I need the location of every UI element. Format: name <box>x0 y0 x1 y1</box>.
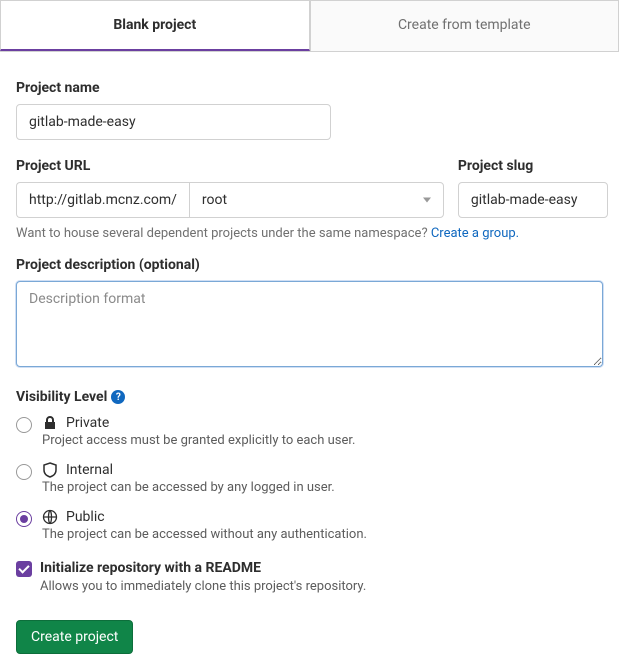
visibility-public-desc: The project can be accessed without any … <box>42 527 367 542</box>
project-url-label: Project URL <box>16 158 444 174</box>
visibility-internal-title: Internal <box>66 462 113 478</box>
tab-create-from-template[interactable]: Create from template <box>310 0 619 51</box>
project-url-prefix: http://gitlab.mcnz.com/ <box>16 182 189 218</box>
readme-checkbox[interactable] <box>16 561 32 577</box>
readme-checkbox-row[interactable]: Initialize repository with a README <box>16 560 603 577</box>
radio-internal[interactable] <box>16 464 32 480</box>
project-slug-label: Project slug <box>458 158 608 174</box>
project-creation-tabs: Blank project Create from template <box>0 0 619 52</box>
project-slug-input[interactable] <box>458 182 608 218</box>
create-project-button[interactable]: Create project <box>16 620 133 654</box>
namespace-hint-text: Want to house several dependent projects… <box>16 226 431 241</box>
visibility-level-text: Visibility Level <box>16 389 107 405</box>
namespace-select[interactable]: root <box>189 182 444 218</box>
radio-private[interactable] <box>16 417 32 433</box>
namespace-selected: root <box>202 192 227 208</box>
create-group-link[interactable]: Create a group. <box>431 226 519 241</box>
project-url-group: http://gitlab.mcnz.com/ root <box>16 182 444 218</box>
help-icon[interactable]: ? <box>111 390 125 404</box>
visibility-level-label: Visibility Level ? <box>16 389 603 405</box>
visibility-internal-desc: The project can be accessed by any logge… <box>42 480 335 495</box>
description-textarea[interactable] <box>16 281 603 367</box>
tab-blank-project[interactable]: Blank project <box>0 0 310 51</box>
readme-desc: Allows you to immediately clone this pro… <box>40 579 603 594</box>
readme-title: Initialize repository with a README <box>40 560 261 576</box>
visibility-public-title: Public <box>66 509 105 525</box>
radio-public[interactable] <box>16 511 32 527</box>
project-name-input[interactable] <box>16 104 331 140</box>
globe-icon <box>42 509 58 525</box>
shield-icon <box>42 462 58 478</box>
visibility-option-internal[interactable]: Internal The project can be accessed by … <box>16 462 603 495</box>
visibility-private-title: Private <box>66 415 109 431</box>
form-content: Project name Project URL http://gitlab.m… <box>0 52 619 670</box>
namespace-hint: Want to house several dependent projects… <box>16 226 603 241</box>
visibility-option-private[interactable]: Private Project access must be granted e… <box>16 415 603 448</box>
visibility-private-desc: Project access must be granted explicitl… <box>42 433 355 448</box>
project-name-label: Project name <box>16 80 603 96</box>
visibility-option-public[interactable]: Public The project can be accessed witho… <box>16 509 603 542</box>
lock-icon <box>42 415 58 431</box>
description-label: Project description (optional) <box>16 257 603 273</box>
chevron-down-icon <box>423 198 431 203</box>
